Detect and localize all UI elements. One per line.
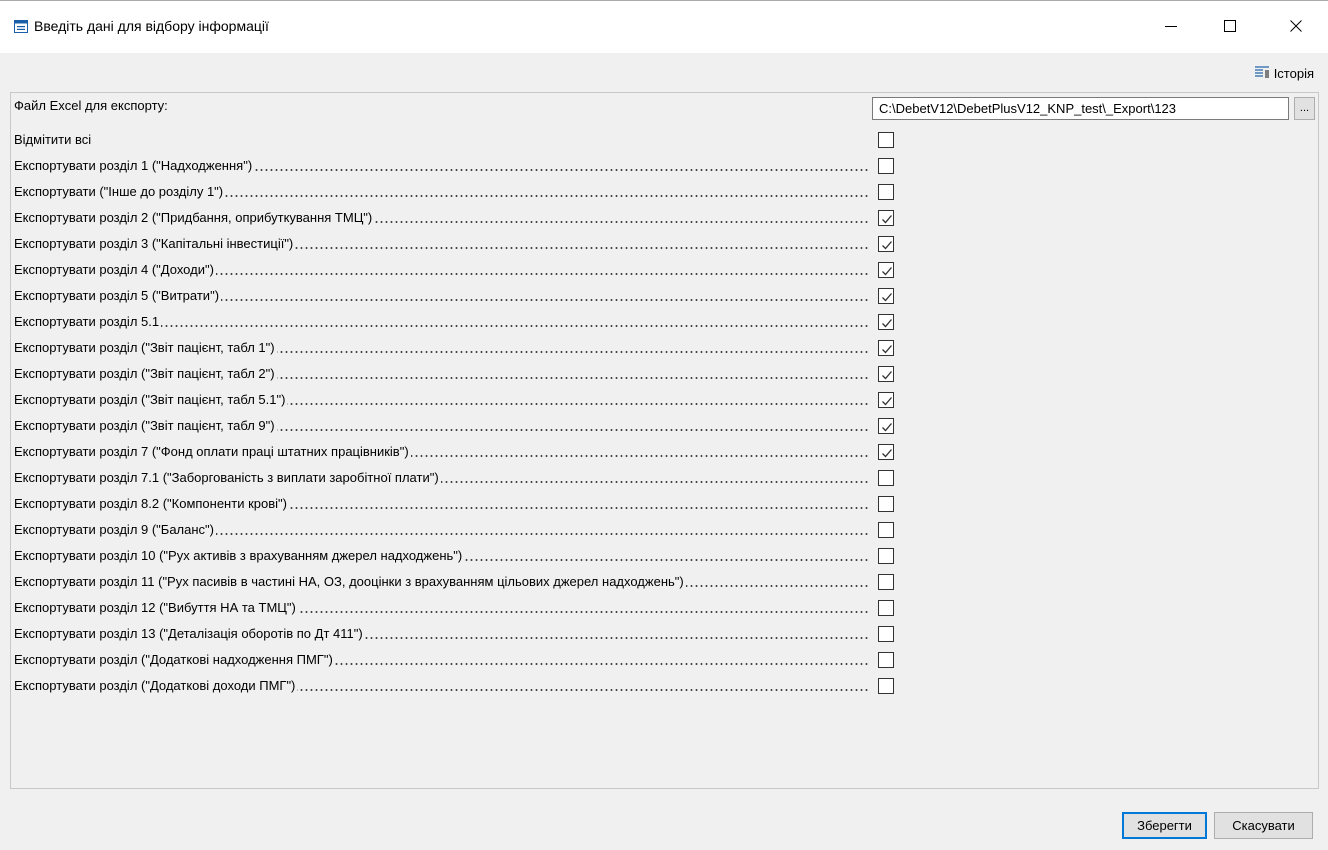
close-icon (1290, 19, 1302, 35)
section-row: Експортувати розділ 13 ("Деталізація обо… (14, 624, 1314, 644)
section-checkbox[interactable] (878, 600, 894, 616)
section-checkbox[interactable] (878, 288, 894, 304)
section-checkbox[interactable] (878, 444, 894, 460)
toolbar: Історія (0, 53, 1328, 91)
section-label: Експортувати розділ 12 ("Вибуття НА та Т… (14, 600, 870, 617)
window-form-icon (14, 20, 28, 33)
section-row: Експортувати розділ ("Звіт пацієнт, табл… (14, 416, 1314, 436)
section-row: Експортувати розділ ("Додаткові доходи П… (14, 676, 1314, 696)
section-checkbox[interactable] (878, 652, 894, 668)
file-path-input[interactable]: C:\DebetV12\DebetPlusV12_KNP_test\_Expor… (872, 97, 1289, 120)
section-label: Експортувати розділ ("Додаткові надходже… (14, 652, 870, 669)
section-label: Експортувати розділ 13 ("Деталізація обо… (14, 626, 870, 643)
section-row: Експортувати розділ 5 ("Витрати") (14, 286, 1314, 306)
minimize-icon (1165, 20, 1177, 35)
section-row: Експортувати розділ 11 ("Рух пасивів в ч… (14, 572, 1314, 592)
section-checkbox[interactable] (878, 210, 894, 226)
section-checkbox[interactable] (878, 366, 894, 382)
select-all-checkbox[interactable] (878, 132, 894, 148)
section-label: Експортувати розділ 8.2 ("Компоненти кро… (14, 496, 870, 513)
section-row: Експортувати розділ 7 ("Фонд оплати прац… (14, 442, 1314, 462)
section-checkbox[interactable] (878, 392, 894, 408)
select-all-label: Відмітити всі (14, 132, 94, 147)
select-all-row: Відмітити всі (14, 130, 1314, 150)
file-export-row: Файл Excel для експорту: C:\DebetV12\Deb… (14, 96, 1315, 120)
section-label: Експортувати розділ ("Додаткові доходи П… (14, 678, 870, 695)
section-row: Експортувати розділ 4 ("Доходи") (14, 260, 1314, 280)
section-label: Експортувати розділ ("Звіт пацієнт, табл… (14, 366, 870, 383)
history-list-icon (1254, 65, 1270, 82)
section-row: Експортувати ("Інше до розділу 1") (14, 182, 1314, 202)
section-checkbox[interactable] (878, 574, 894, 590)
save-button[interactable]: Зберегти (1122, 812, 1207, 839)
section-label: Експортувати розділ ("Звіт пацієнт, табл… (14, 418, 870, 435)
section-label: Експортувати розділ ("Звіт пацієнт, табл… (14, 340, 870, 357)
minimize-button[interactable] (1148, 1, 1194, 53)
title-bar[interactable]: Введіть дані для відбору інформації (0, 1, 1328, 53)
section-checkbox[interactable] (878, 496, 894, 512)
window-title: Введіть дані для відбору інформації (34, 18, 269, 34)
section-row: Експортувати розділ 3 ("Капітальні інвес… (14, 234, 1314, 254)
section-checkbox[interactable] (878, 678, 894, 694)
section-label: Експортувати розділ 10 ("Рух активів з в… (14, 548, 870, 565)
cancel-button[interactable]: Скасувати (1214, 812, 1313, 839)
section-checkbox[interactable] (878, 314, 894, 330)
section-label: Експортувати розділ ("Звіт пацієнт, табл… (14, 392, 870, 409)
close-button[interactable] (1273, 1, 1319, 53)
section-checkbox[interactable] (878, 236, 894, 252)
section-label: Експортувати розділ 4 ("Доходи") (14, 262, 870, 279)
section-row: Експортувати розділ 1 ("Надходження") (14, 156, 1314, 176)
section-checkbox[interactable] (878, 522, 894, 538)
maximize-button[interactable] (1207, 1, 1253, 53)
section-row: Експортувати розділ ("Звіт пацієнт, табл… (14, 390, 1314, 410)
section-label: Експортувати розділ 5 ("Витрати") (14, 288, 870, 305)
history-button[interactable]: Історія (1254, 63, 1314, 83)
section-label: Експортувати розділ 3 ("Капітальні інвес… (14, 236, 870, 253)
section-label: Експортувати розділ 5.1 (14, 314, 870, 331)
section-label: Експортувати розділ 11 ("Рух пасивів в ч… (14, 574, 870, 591)
history-label: Історія (1273, 65, 1314, 81)
section-checkbox[interactable] (878, 470, 894, 486)
section-row: Експортувати розділ ("Звіт пацієнт, табл… (14, 364, 1314, 384)
section-checkbox[interactable] (878, 184, 894, 200)
section-checkbox[interactable] (878, 158, 894, 174)
options-panel: Файл Excel для експорту: C:\DebetV12\Deb… (10, 92, 1319, 789)
section-row: Експортувати розділ ("Додаткові надходже… (14, 650, 1314, 670)
section-label: Експортувати розділ 7 ("Фонд оплати прац… (14, 444, 870, 461)
section-row: Експортувати розділ 9 ("Баланс") (14, 520, 1314, 540)
section-row: Експортувати розділ 7.1 ("Заборгованість… (14, 468, 1314, 488)
section-label: Експортувати розділ 2 ("Придбання, оприб… (14, 210, 870, 227)
section-label: Експортувати розділ 9 ("Баланс") (14, 522, 870, 539)
section-checkbox[interactable] (878, 548, 894, 564)
browse-button[interactable]: ... (1294, 97, 1315, 120)
section-label: Експортувати розділ 7.1 ("Заборгованість… (14, 470, 870, 487)
file-export-label: Файл Excel для експорту: (14, 98, 170, 113)
section-label: Експортувати розділ 1 ("Надходження") (14, 158, 870, 175)
section-checkbox[interactable] (878, 262, 894, 278)
maximize-icon (1224, 19, 1236, 35)
section-label: Експортувати ("Інше до розділу 1") (14, 184, 870, 201)
section-row: Експортувати розділ 2 ("Придбання, оприб… (14, 208, 1314, 228)
section-row: Експортувати розділ 5.1 (14, 312, 1314, 332)
section-checkbox[interactable] (878, 340, 894, 356)
section-row: Експортувати розділ 12 ("Вибуття НА та Т… (14, 598, 1314, 618)
section-row: Експортувати розділ ("Звіт пацієнт, табл… (14, 338, 1314, 358)
section-checkbox[interactable] (878, 418, 894, 434)
section-checkbox[interactable] (878, 626, 894, 642)
section-row: Експортувати розділ 10 ("Рух активів з в… (14, 546, 1314, 566)
section-row: Експортувати розділ 8.2 ("Компоненти кро… (14, 494, 1314, 514)
dialog-window: Введіть дані для відбору інформації Істо… (0, 0, 1328, 850)
